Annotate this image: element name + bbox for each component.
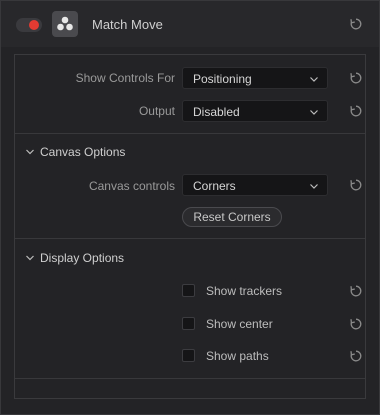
output-dropdown[interactable]: Disabled [182,100,328,122]
show-controls-for-dropdown[interactable]: Positioning [182,67,328,89]
show-trackers-checkbox[interactable] [182,284,195,297]
section-divider [15,378,365,379]
dropdown-value: Disabled [193,105,240,119]
reset-corners-button[interactable]: Reset Corners [182,207,282,227]
canvas-controls-label: Canvas controls [88,179,175,193]
reset-icon[interactable] [349,317,363,331]
show-center-label: Show center [206,317,273,331]
panel-header: Match Move [1,1,379,47]
effect-nodes-icon [52,11,78,37]
chevron-down-icon [309,106,319,116]
controls-section: Show Controls For Positioning Output Dis… [14,54,366,399]
effect-enable-toggle[interactable] [16,18,42,32]
reset-icon[interactable] [349,284,363,298]
reset-icon[interactable] [349,17,363,31]
effect-title: Match Move [92,17,163,32]
display-options-header[interactable]: Display Options [25,251,124,265]
chevron-down-icon [309,73,319,83]
show-paths-label: Show paths [206,349,269,363]
canvas-controls-dropdown[interactable]: Corners [182,174,328,196]
section-title-text: Canvas Options [40,145,126,159]
canvas-options-header[interactable]: Canvas Options [25,145,125,159]
chevron-collapse-icon [25,252,35,262]
inspector-panel: Match Move Show Controls For Positioning… [0,0,380,415]
section-title-text: Display Options [40,251,125,265]
reset-icon[interactable] [349,178,363,192]
reset-icon[interactable] [349,104,363,118]
section-divider [15,238,365,239]
show-center-checkbox[interactable] [182,317,195,330]
dropdown-value: Corners [193,179,236,193]
show-trackers-label: Show trackers [206,284,283,298]
toggle-knob [29,20,39,30]
show-controls-for-label: Show Controls For [75,71,175,85]
chevron-collapse-icon [25,146,35,156]
dropdown-value: Positioning [193,72,252,86]
section-divider [15,133,365,134]
output-label: Output [138,104,175,118]
reset-icon[interactable] [349,349,363,363]
chevron-down-icon [309,180,319,190]
show-paths-checkbox[interactable] [182,349,195,362]
reset-icon[interactable] [349,71,363,85]
